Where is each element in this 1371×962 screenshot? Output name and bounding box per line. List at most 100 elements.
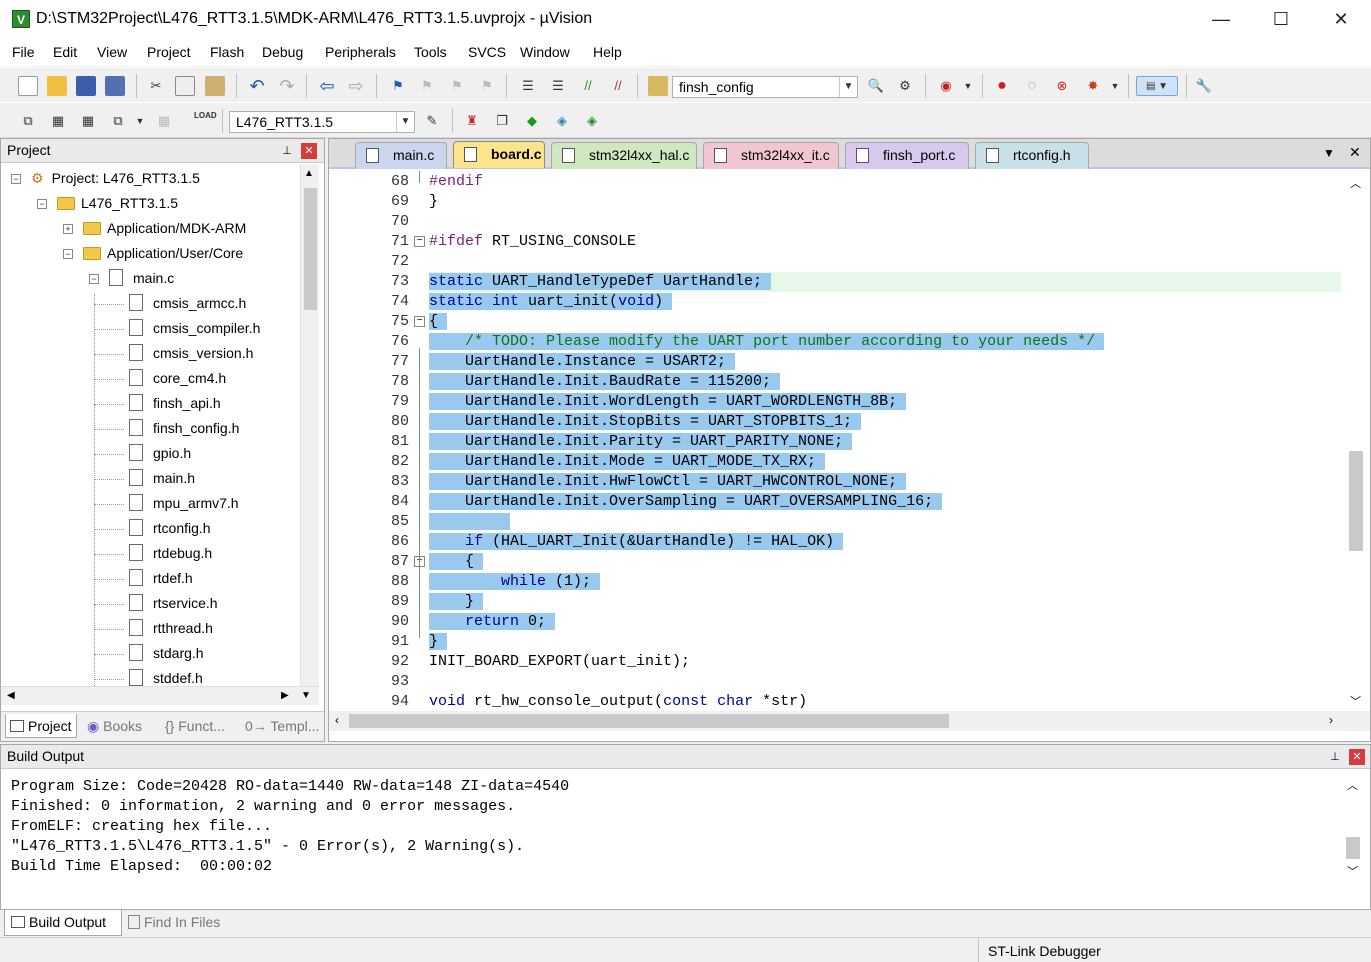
- editor-horizontal-scrollbar[interactable]: ‹ ›: [329, 711, 1370, 731]
- scroll-up-icon[interactable]: ▲: [304, 168, 314, 179]
- next-bookmark-icon[interactable]: ⚑: [447, 76, 467, 96]
- kill-breakpoints-icon[interactable]: ⊗: [1052, 76, 1072, 96]
- editor-tab[interactable]: stm32l4xx_it.c: [703, 142, 839, 169]
- kill-all-breakpoints-icon[interactable]: ✸: [1083, 76, 1103, 96]
- close-panel-button[interactable]: ✕: [1349, 749, 1365, 765]
- scroll-right-icon[interactable]: ›: [1329, 713, 1333, 727]
- tree-file-item[interactable]: rtdebug.h: [129, 541, 212, 566]
- tree-scroll-thumb[interactable]: [304, 188, 317, 310]
- code-area[interactable]: #endif} #ifdef RT_USING_CONSOLE static UAR…: [429, 171, 1344, 711]
- scroll-left-icon[interactable]: ‹: [335, 713, 339, 727]
- editor-tab[interactable]: stm32l4xx_hal.c: [551, 142, 697, 169]
- window-layout-icon[interactable]: ▤ ▼: [1136, 76, 1178, 96]
- stop-build-icon[interactable]: ▦: [154, 111, 174, 131]
- target-select[interactable]: L476_RTT3.1.5 ▼: [229, 111, 415, 133]
- collapse-icon[interactable]: −: [11, 174, 21, 184]
- cut-icon[interactable]: ✂: [146, 76, 166, 96]
- tree-vertical-scrollbar[interactable]: ▲: [300, 164, 319, 686]
- scroll-up-icon[interactable]: ︿: [1347, 777, 1358, 793]
- menu-svcs[interactable]: SVCS: [468, 44, 506, 60]
- tab-project[interactable]: Project: [5, 714, 77, 738]
- build-icon[interactable]: ▦: [48, 111, 68, 131]
- batch-build-icon[interactable]: ⧉: [108, 111, 128, 131]
- navigate-forward-icon[interactable]: ⇨: [346, 76, 366, 96]
- fold-toggle-icon[interactable]: −: [414, 316, 425, 327]
- tree-folder-item[interactable]: ⚙ Project: L476_RTT3.1.5: [31, 166, 200, 191]
- collapse-icon[interactable]: −: [37, 199, 47, 209]
- find-in-files-icon[interactable]: [648, 76, 668, 96]
- copy-icon[interactable]: [175, 76, 195, 96]
- clear-bookmarks-icon[interactable]: ⚑: [477, 76, 497, 96]
- tree-file-item[interactable]: rtconfig.h: [129, 516, 211, 541]
- build-output-scrollbar[interactable]: ︿ ﹀: [1343, 771, 1363, 907]
- menu-project[interactable]: Project: [147, 44, 191, 60]
- tree-folder-item[interactable]: Application/User/Core: [83, 241, 243, 266]
- build-output-log[interactable]: Program Size: Code=20428 RO-data=1440 RW…: [11, 777, 569, 877]
- new-file-icon[interactable]: [18, 76, 38, 96]
- scroll-left-icon[interactable]: ◀: [7, 690, 15, 701]
- tree-file-item[interactable]: rtdef.h: [129, 566, 193, 591]
- incremental-find-icon[interactable]: 🔍: [866, 76, 886, 96]
- target-options-icon[interactable]: ✎: [422, 111, 442, 131]
- menu-window[interactable]: Window: [520, 44, 570, 60]
- expand-icon[interactable]: +: [63, 224, 73, 234]
- tab-templates[interactable]: 0→ Templ...: [241, 714, 321, 738]
- chevron-down-icon[interactable]: ▼: [130, 111, 150, 131]
- editor-vertical-scrollbar[interactable]: ︿ ﹀: [1342, 171, 1370, 711]
- tree-file-item[interactable]: finsh_config.h: [129, 416, 239, 441]
- manage-project-icon[interactable]: ❐: [492, 111, 512, 131]
- start-debug-icon[interactable]: ◉: [936, 76, 956, 96]
- find-combo[interactable]: finsh_config ▼: [672, 76, 858, 98]
- tree-file-item[interactable]: main.h: [129, 466, 195, 491]
- tree-file-item[interactable]: cmsis_compiler.h: [129, 316, 260, 341]
- close-window-button[interactable]: ✕: [1318, 4, 1364, 34]
- editor-tab[interactable]: rtconfig.h: [975, 142, 1089, 169]
- tab-find-in-files[interactable]: Find In Files: [128, 910, 238, 936]
- tree-file-item[interactable]: rtthread.h: [129, 616, 213, 641]
- menu-debug[interactable]: Debug: [262, 44, 303, 60]
- tree-file-item[interactable]: stdarg.h: [129, 641, 204, 666]
- unindent-icon[interactable]: ☰: [548, 76, 568, 96]
- indent-icon[interactable]: ☰: [518, 76, 538, 96]
- menu-tools[interactable]: Tools: [414, 44, 447, 60]
- chevron-down-icon[interactable]: ▼: [396, 112, 414, 132]
- scroll-down-icon[interactable]: ﹀: [1347, 863, 1358, 879]
- file-extensions-icon[interactable]: ♜: [462, 111, 482, 131]
- pack-installer-icon[interactable]: ◆: [522, 111, 542, 131]
- tree-file-item[interactable]: cmsis_version.h: [129, 341, 253, 366]
- redo-icon[interactable]: ↷: [277, 76, 297, 96]
- save-icon[interactable]: [76, 76, 96, 96]
- menu-file[interactable]: File: [12, 44, 35, 60]
- tree-file-item[interactable]: finsh_api.h: [129, 391, 221, 416]
- uncomment-icon[interactable]: //: [608, 76, 628, 96]
- scroll-down-icon[interactable]: ▼: [301, 690, 311, 701]
- tree-folder-item[interactable]: L476_RTT3.1.5: [57, 191, 178, 216]
- tree-file-item[interactable]: rtservice.h: [129, 591, 218, 616]
- tab-books[interactable]: ◉ Books: [83, 714, 153, 738]
- scroll-right-icon[interactable]: ▶: [281, 690, 289, 701]
- collapse-icon[interactable]: −: [63, 249, 73, 259]
- editor-tab[interactable]: board.c: [453, 141, 545, 168]
- menu-peripherals[interactable]: Peripherals: [325, 44, 396, 60]
- maximize-button[interactable]: ☐: [1258, 4, 1304, 34]
- chevron-down-icon[interactable]: ▼: [1105, 76, 1125, 96]
- menu-view[interactable]: View: [97, 44, 127, 60]
- menu-help[interactable]: Help: [593, 44, 622, 60]
- editor-tab[interactable]: main.c: [355, 142, 447, 169]
- menu-edit[interactable]: Edit: [53, 44, 77, 60]
- select-packs-icon[interactable]: ◈: [552, 111, 572, 131]
- chevron-down-icon[interactable]: ▼: [839, 77, 857, 97]
- prev-bookmark-icon[interactable]: ⚑: [417, 76, 437, 96]
- tree-file-item[interactable]: gpio.h: [129, 441, 191, 466]
- scroll-up-icon[interactable]: ︿: [1350, 175, 1361, 191]
- find-replace-icon[interactable]: ⚙: [895, 76, 915, 96]
- tab-build-output[interactable]: Build Output: [4, 910, 122, 936]
- bookmark-icon[interactable]: ⚑: [388, 76, 408, 96]
- tab-functions[interactable]: {} Funct...: [161, 714, 237, 738]
- manage-rte-icon[interactable]: ◈: [582, 111, 602, 131]
- breakpoint-icon[interactable]: ●: [992, 76, 1012, 96]
- editor-hscroll-thumb[interactable]: [349, 714, 949, 728]
- open-folder-icon[interactable]: [47, 76, 67, 96]
- translate-icon[interactable]: ⧉: [18, 111, 38, 131]
- tree-horizontal-scrollbar[interactable]: ◀ ▶ ▼: [1, 686, 319, 705]
